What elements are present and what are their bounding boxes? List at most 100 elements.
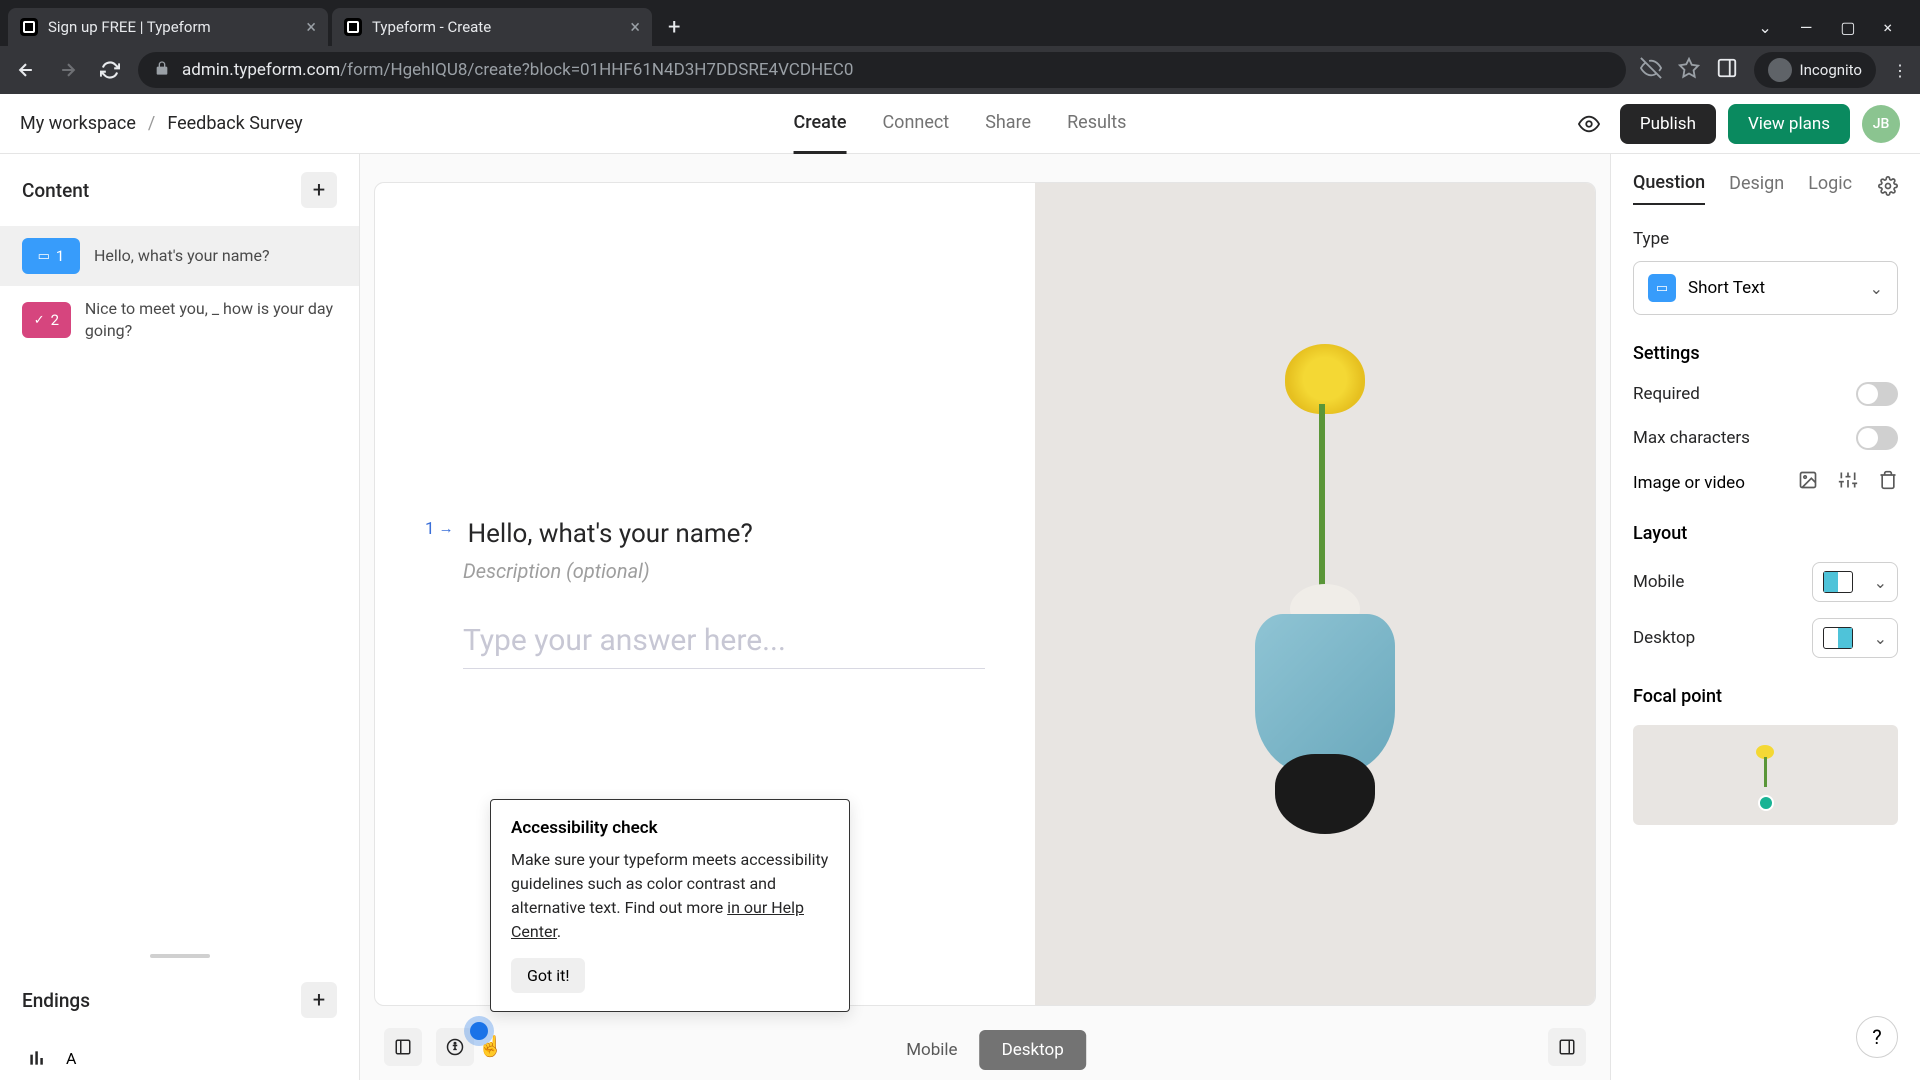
maxchars-label: Max characters [1633,428,1750,448]
address-bar[interactable]: admin.typeform.com/form/HgehIQU8/create?… [138,52,1626,88]
type-value: Short Text [1688,278,1858,298]
panel-toggle-button[interactable] [384,1028,422,1066]
publish-button[interactable]: Publish [1620,104,1716,144]
tooltip-dismiss-button[interactable]: Got it! [511,958,585,993]
question-title-input[interactable]: Hello, what's your name? [468,519,753,549]
tab-favicon-icon [344,18,362,36]
gear-icon[interactable] [1878,176,1898,201]
view-mobile-button[interactable]: Mobile [884,1030,979,1070]
nav-share[interactable]: Share [985,94,1031,154]
layout-desktop-label: Desktop [1633,628,1695,648]
menu-icon[interactable]: ⋮ [1892,61,1908,80]
question-description-input[interactable]: Description (optional) [463,559,985,583]
maxchars-toggle[interactable] [1856,426,1898,450]
eye-off-icon[interactable] [1640,57,1662,83]
url-path: /form/HgehIQU8/create?block=01HHF61N4D3H… [340,60,853,80]
panel-tabs: Question Design Logic [1633,172,1898,205]
close-icon[interactable]: × [306,17,316,38]
chevron-down-icon[interactable]: ⌄ [1758,18,1771,37]
image-icon[interactable] [1798,470,1818,495]
top-nav: Create Connect Share Results [794,94,1127,154]
content-item[interactable]: ▭ 1 Hello, what's your name? [0,226,359,286]
settings-section: Settings Required Max characters Image o… [1633,343,1898,495]
nav-connect[interactable]: Connect [882,94,949,154]
endings-header: Endings + [0,964,359,1036]
view-desktop-button[interactable]: Desktop [980,1030,1086,1070]
item-number: 2 [51,311,59,329]
close-window-icon[interactable]: × [1883,18,1892,37]
star-icon[interactable] [1678,57,1700,83]
add-content-button[interactable]: + [301,172,337,208]
tab-design[interactable]: Design [1729,173,1784,204]
flower-illustration [1215,324,1415,864]
browser-tab-strip: Sign up FREE | Typeform × Typeform - Cre… [0,0,1920,46]
tab-question[interactable]: Question [1633,172,1705,205]
accessibility-tooltip: Accessibility check Make sure your typef… [490,799,850,1012]
back-button[interactable] [12,56,40,84]
help-button[interactable]: ? [1856,1016,1898,1058]
ending-item[interactable]: A [0,1036,359,1080]
minimize-icon[interactable]: — [1800,18,1813,37]
layout-mobile-row: Mobile ⌄ [1633,562,1898,602]
incognito-badge[interactable]: Incognito [1754,52,1876,88]
layout-mobile-label: Mobile [1633,572,1684,592]
breadcrumb-sep: / [148,113,155,134]
focal-point-handle[interactable] [1758,795,1774,811]
resize-handle[interactable] [150,954,210,958]
close-icon[interactable]: × [630,17,640,38]
content-item[interactable]: ✓ 2 Nice to meet you, _ how is your day … [0,286,359,355]
forward-button[interactable] [54,56,82,84]
layout-desktop-select[interactable]: ⌄ [1812,618,1898,658]
layout-mobile-select[interactable]: ⌄ [1812,562,1898,602]
incognito-label: Incognito [1800,61,1862,79]
ending-icon [22,1048,52,1068]
tooltip-title: Accessibility check [511,818,829,838]
breadcrumb-workspace[interactable]: My workspace [20,113,136,134]
adjust-icon[interactable] [1838,470,1858,495]
content-header: Content + [0,154,359,226]
app-header: My workspace / Feedback Survey Create Co… [0,94,1920,154]
content-list: ▭ 1 Hello, what's your name? ✓ 2 Nice to… [0,226,359,948]
focal-section: Focal point [1633,686,1898,825]
focal-preview[interactable] [1633,725,1898,825]
arrow-icon: → [439,519,454,549]
item-badge: ✓ 2 [22,302,71,338]
short-text-icon: ▭ [1648,274,1676,302]
lock-icon [154,60,170,81]
chevron-down-icon: ⌄ [1874,573,1887,592]
sidebar: Content + ▭ 1 Hello, what's your name? ✓… [0,154,360,1080]
add-ending-button[interactable]: + [301,982,337,1018]
layout-title: Layout [1633,523,1898,544]
reload-button[interactable] [96,56,124,84]
media-icons [1798,470,1898,495]
required-row: Required [1633,382,1898,406]
cursor-icon: ☝ [478,1034,503,1058]
question-image[interactable] [1035,183,1595,1005]
short-text-icon: ▭ [38,249,50,264]
settings-title: Settings [1633,343,1898,364]
maximize-icon[interactable]: ▢ [1840,18,1855,37]
breadcrumb-form-name[interactable]: Feedback Survey [167,113,302,134]
new-tab-button[interactable]: + [656,15,692,40]
endings-title: Endings [22,989,90,1012]
nav-results[interactable]: Results [1067,94,1126,154]
browser-tab[interactable]: Sign up FREE | Typeform × [8,8,328,46]
view-plans-button[interactable]: View plans [1728,104,1850,144]
accessibility-button[interactable] [436,1028,474,1066]
canvas-footer: Mobile Desktop [374,1024,1596,1080]
tab-favicon-icon [20,18,38,36]
type-select[interactable]: ▭ Short Text ⌄ [1633,261,1898,315]
avatar[interactable]: JB [1862,105,1900,143]
app-root: My workspace / Feedback Survey Create Co… [0,94,1920,1080]
panel-right-toggle-button[interactable] [1548,1028,1586,1066]
tab-logic[interactable]: Logic [1808,173,1852,204]
preview-button[interactable] [1570,105,1608,143]
browser-tab[interactable]: Typeform - Create × [332,8,652,46]
answer-input[interactable]: Type your answer here... [463,623,985,669]
trash-icon[interactable] [1878,470,1898,495]
nav-create[interactable]: Create [794,94,847,154]
required-toggle[interactable] [1856,382,1898,406]
panel-icon[interactable] [1716,57,1738,83]
chevron-down-icon: ⌄ [1870,279,1883,298]
browser-toolbar: admin.typeform.com/form/HgehIQU8/create?… [0,46,1920,94]
